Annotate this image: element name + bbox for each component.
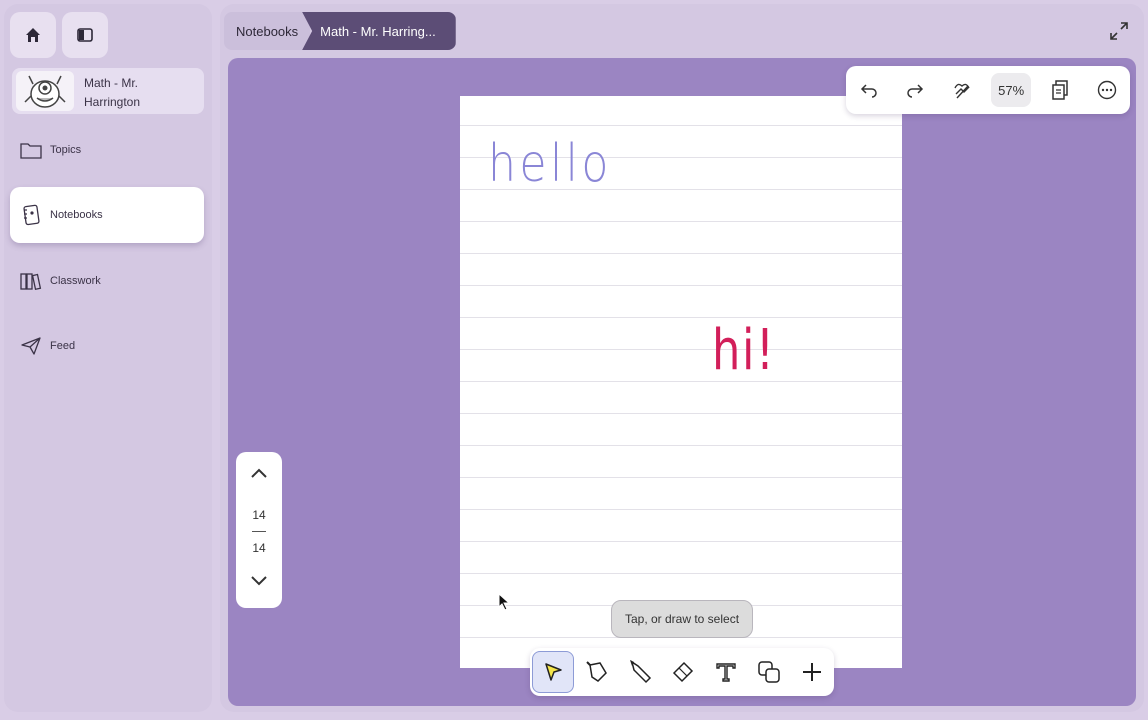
eraser-icon [672,661,694,683]
nav-label-classwork: Classwork [50,275,101,287]
sidebar-toggle-icon [77,28,93,42]
shapes-tool[interactable] [749,652,789,692]
text-tool-icon [716,663,736,682]
more-button[interactable] [1090,73,1124,107]
sidebar: Math - Mr. Harrington Topics Notebooks C… [4,4,212,712]
home-button[interactable] [10,12,56,58]
page-up-button[interactable] [250,466,268,483]
notebook-canvas[interactable]: hello hi! 57% 14 14 Tap, or draw to sele… [228,58,1136,706]
top-toolbar: 57% [846,66,1130,114]
eraser-tool[interactable] [663,652,703,692]
pen-icon [585,661,607,682]
zoom-level[interactable]: 57% [991,73,1032,107]
current-page: 14 [252,508,266,522]
lasso-icon [954,83,970,99]
class-name: Math - Mr. Harrington [84,76,141,109]
nav-label-topics: Topics [50,144,82,156]
text-tool[interactable] [706,652,746,692]
home-icon [26,28,40,42]
nav-label-feed: Feed [50,340,76,352]
highlighter-tool[interactable] [620,652,660,692]
folder-icon [20,139,42,161]
nav-feed[interactable]: Feed [10,318,204,374]
shapes-icon [758,661,781,683]
toggle-sidebar-button[interactable] [62,12,108,58]
notebook-icon [20,204,42,226]
redo-icon [907,84,924,98]
main-area: Notebooks Math - Mr. Harring... hello hi… [220,4,1144,712]
drawing-toolbar [530,648,834,696]
redo-button[interactable] [898,73,932,107]
select-tool[interactable] [531,651,574,693]
lasso-button[interactable] [945,73,979,107]
select-hint-tooltip: Tap, or draw to select [611,600,753,638]
highlighter-icon [629,660,651,684]
page-divider [252,531,266,532]
nav-topics[interactable]: Topics [10,122,204,178]
expand-icon[interactable] [1108,20,1130,42]
class-card[interactable]: Math - Mr. Harrington [12,68,204,114]
add-tool[interactable] [792,652,832,692]
breadcrumb: Notebooks Math - Mr. Harring... [224,12,456,50]
add-icon [803,663,822,681]
chevron-up-icon [251,468,267,478]
paper-plane-icon [20,335,42,357]
page-navigator: 14 14 [236,452,282,608]
chevron-down-icon [251,576,267,586]
notebook-page[interactable]: hello hi! [460,96,902,668]
pages-button[interactable] [1043,73,1077,107]
pages-icon [1052,80,1069,100]
page-down-button[interactable] [250,574,268,591]
pen-tool[interactable] [577,652,617,692]
undo-icon [861,84,877,98]
nav-classwork[interactable]: Classwork [10,253,204,309]
more-icon [1097,80,1116,100]
books-icon [20,270,42,292]
nav-notebooks[interactable]: Notebooks [10,187,204,243]
handwriting-hi: hi! [712,318,776,383]
handwriting-hello: hello [488,134,612,194]
mouse-cursor-icon [498,593,511,611]
breadcrumb-current[interactable]: Math - Mr. Harring... [302,12,456,50]
breadcrumb-notebooks[interactable]: Notebooks [224,12,311,50]
select-tool-icon [544,663,562,681]
class-avatar [16,71,74,111]
nav-label-notebooks: Notebooks [50,209,103,221]
total-pages: 14 [252,541,266,555]
undo-button[interactable] [852,73,886,107]
monster-avatar-icon [24,75,66,108]
